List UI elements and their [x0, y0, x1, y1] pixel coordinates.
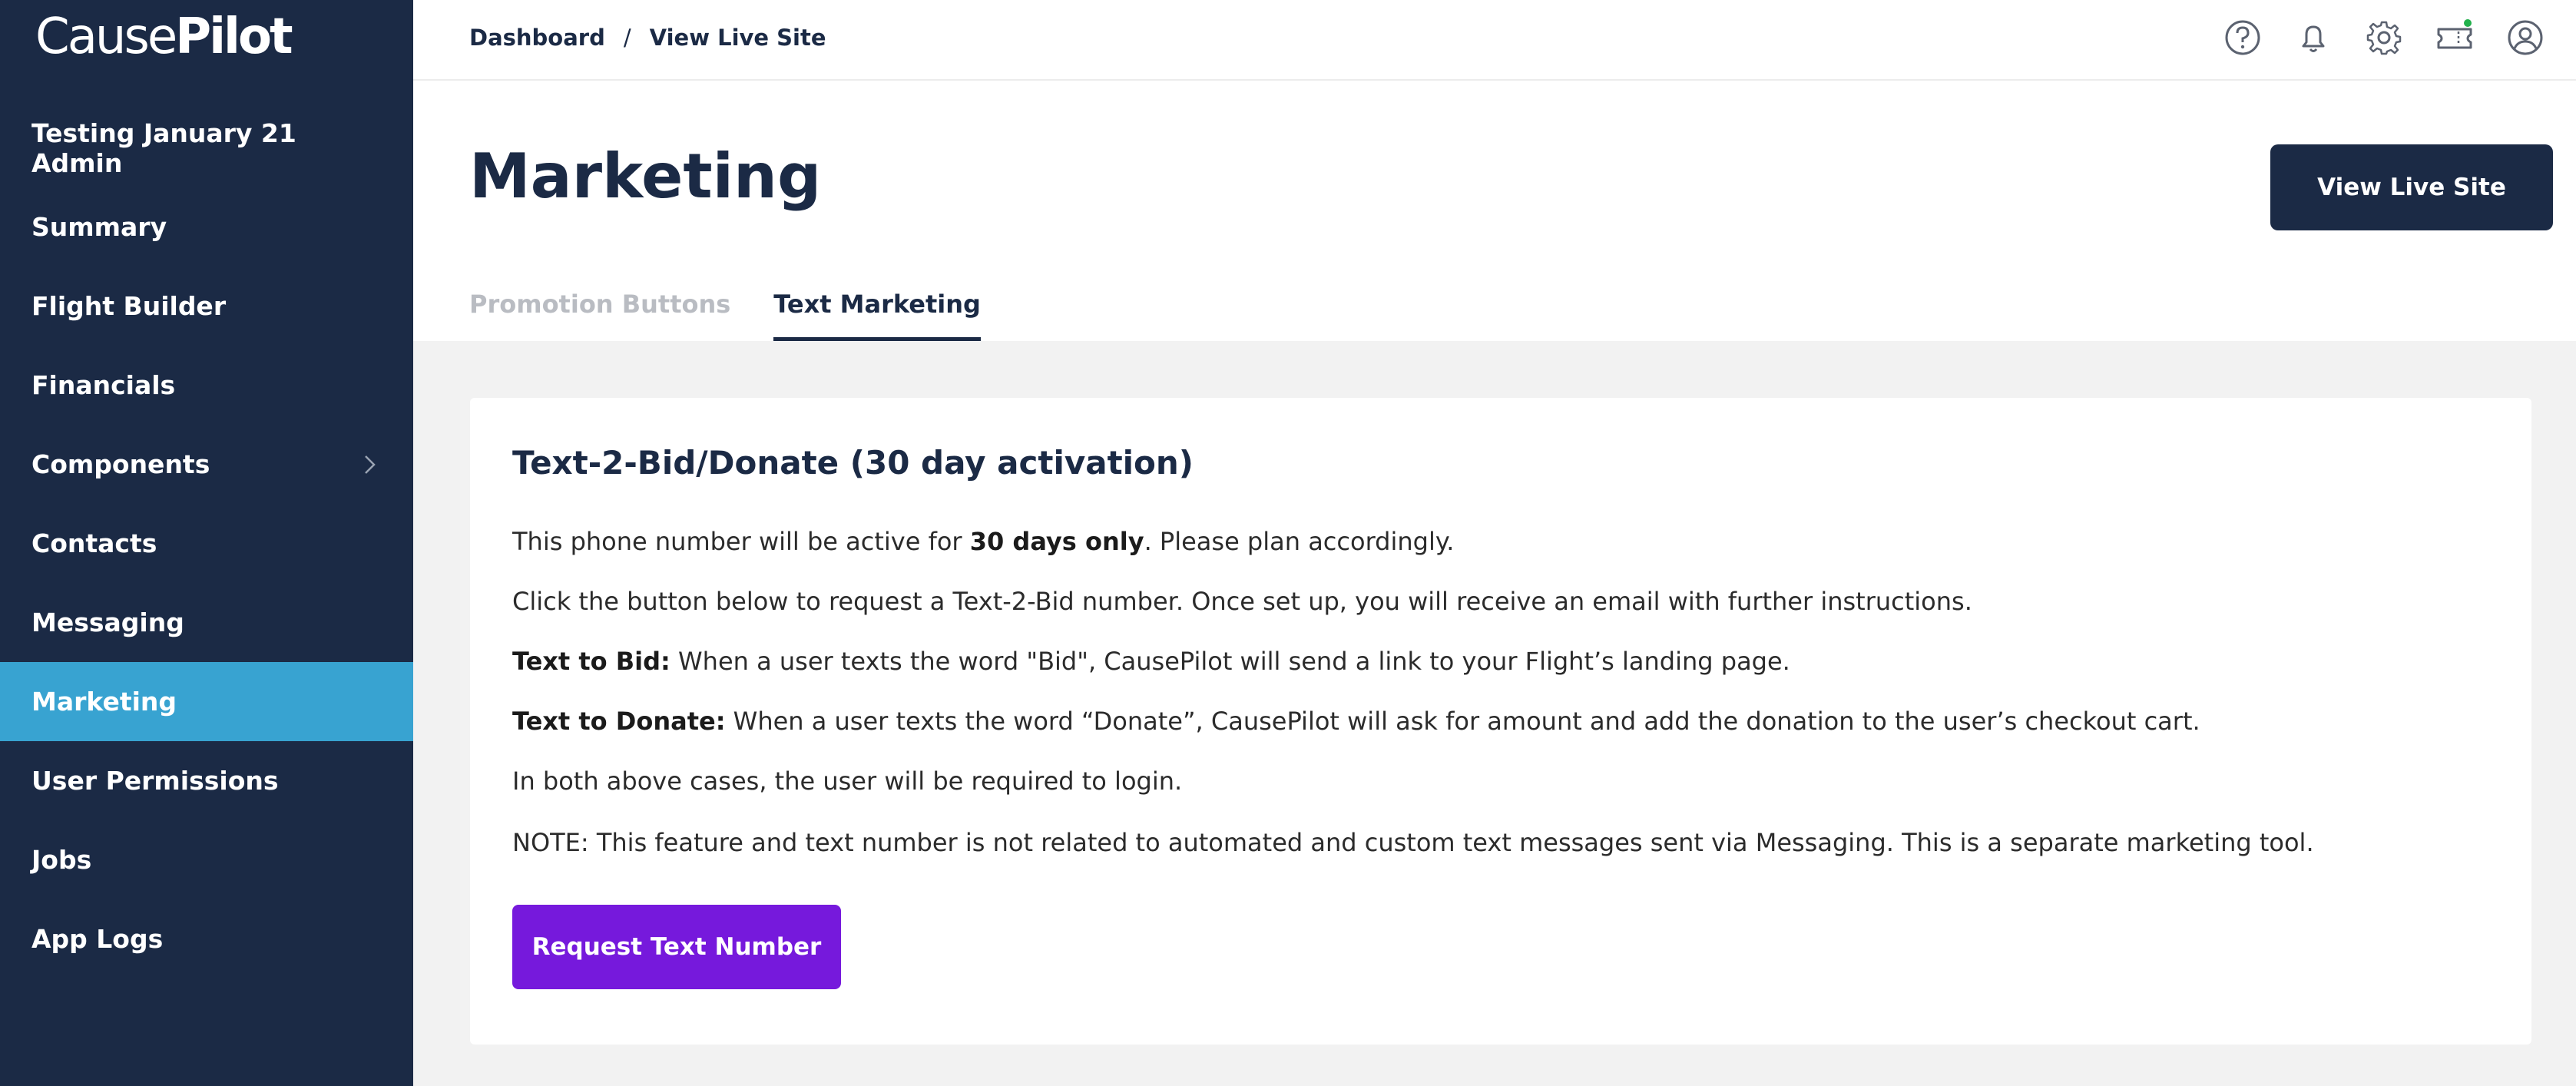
sidebar-item-flight-builder[interactable]: Flight Builder: [0, 267, 413, 346]
sidebar-item-messaging[interactable]: Messaging: [0, 583, 413, 662]
sidebar-item-label: Components: [31, 449, 210, 479]
breadcrumb-separator: /: [623, 25, 631, 51]
sidebar-item-label: App Logs: [31, 924, 164, 954]
sidebar-item-user-permissions[interactable]: User Permissions: [0, 741, 413, 820]
view-live-site-button[interactable]: View Live Site: [2270, 144, 2553, 230]
bold-text: 30 days only: [969, 527, 1144, 556]
page-title: Marketing: [469, 141, 822, 212]
sidebar-item-marketing[interactable]: Marketing: [0, 662, 413, 741]
sidebar-item-label: Messaging: [31, 608, 184, 637]
sidebar-nav: Testing January 21 Admin Summary Flight …: [0, 108, 413, 978]
text-segment: When a user texts the word "Bid", CauseP…: [670, 647, 1790, 676]
sidebar-item-summary[interactable]: Summary: [0, 187, 413, 267]
tab-bar: Promotion Buttons Text Marketing: [469, 279, 1024, 341]
sidebar-item-contacts[interactable]: Contacts: [0, 504, 413, 583]
logo-part-pilot: Pilot: [175, 8, 293, 65]
tab-text-marketing[interactable]: Text Marketing: [773, 279, 981, 341]
ticket-icon[interactable]: [2435, 18, 2474, 57]
text-segment: . Please plan accordingly.: [1144, 527, 1455, 556]
page-header: Marketing View Live Site Promotion Butto…: [413, 81, 2576, 341]
sidebar-item-label: Summary: [31, 212, 167, 242]
paragraph-note: NOTE: This feature and text number is no…: [512, 828, 2314, 857]
text-segment: This phone number will be active for: [512, 527, 970, 556]
sidebar-item-financials[interactable]: Financials: [0, 346, 413, 425]
sidebar-item-components[interactable]: Components: [0, 425, 413, 504]
sidebar-item-label: User Permissions: [31, 766, 279, 796]
sidebar-item-label: Financials: [31, 370, 176, 400]
text-segment: When a user texts the word “Donate”, Cau…: [725, 707, 2200, 736]
breadcrumb: Dashboard / View Live Site: [469, 0, 826, 75]
user-icon[interactable]: [2506, 18, 2545, 57]
paragraph-text-to-donate: Text to Donate: When a user texts the wo…: [512, 707, 2200, 736]
sidebar-item-label: Contacts: [31, 528, 157, 558]
card-title: Text-2-Bid/Donate (30 day activation): [512, 444, 1194, 482]
breadcrumb-dashboard[interactable]: Dashboard: [469, 25, 605, 51]
paragraph-login-note: In both above cases, the user will be re…: [512, 766, 1183, 796]
sidebar-item-testing-january-21-admin[interactable]: Testing January 21 Admin: [0, 108, 413, 187]
sidebar-item-label: Marketing: [31, 687, 177, 717]
top-bar: Dashboard / View Live Site: [413, 0, 2576, 81]
request-text-number-button[interactable]: Request Text Number: [512, 905, 841, 989]
causepilot-logo[interactable]: Cause Pilot: [35, 6, 293, 68]
bell-icon[interactable]: [2294, 18, 2333, 57]
paragraph-text-to-bid: Text to Bid: When a user texts the word …: [512, 647, 1790, 676]
sidebar-item-label: Flight Builder: [31, 291, 227, 321]
sidebar: Cause Pilot Testing January 21 Admin Summ…: [0, 0, 413, 1086]
tab-promotion-buttons[interactable]: Promotion Buttons: [469, 279, 730, 341]
sidebar-item-jobs[interactable]: Jobs: [0, 820, 413, 899]
bold-text: Text to Bid:: [512, 647, 670, 676]
chevron-right-icon: [365, 455, 376, 474]
sidebar-item-label: Testing January 21 Admin: [31, 118, 296, 178]
sidebar-item-label: Jobs: [31, 845, 92, 875]
logo-part-cause: Cause: [35, 8, 177, 65]
paragraph-instructions: Click the button below to request a Text…: [512, 587, 1972, 616]
bold-text: Text to Donate:: [512, 707, 726, 736]
gear-icon[interactable]: [2365, 18, 2403, 57]
help-icon[interactable]: [2223, 18, 2262, 57]
text-marketing-card: Text-2-Bid/Donate (30 day activation) Th…: [470, 398, 2531, 1045]
paragraph-activation: This phone number will be active for 30 …: [512, 527, 1454, 556]
sidebar-item-app-logs[interactable]: App Logs: [0, 899, 413, 978]
breadcrumb-view-live-site[interactable]: View Live Site: [650, 25, 826, 51]
